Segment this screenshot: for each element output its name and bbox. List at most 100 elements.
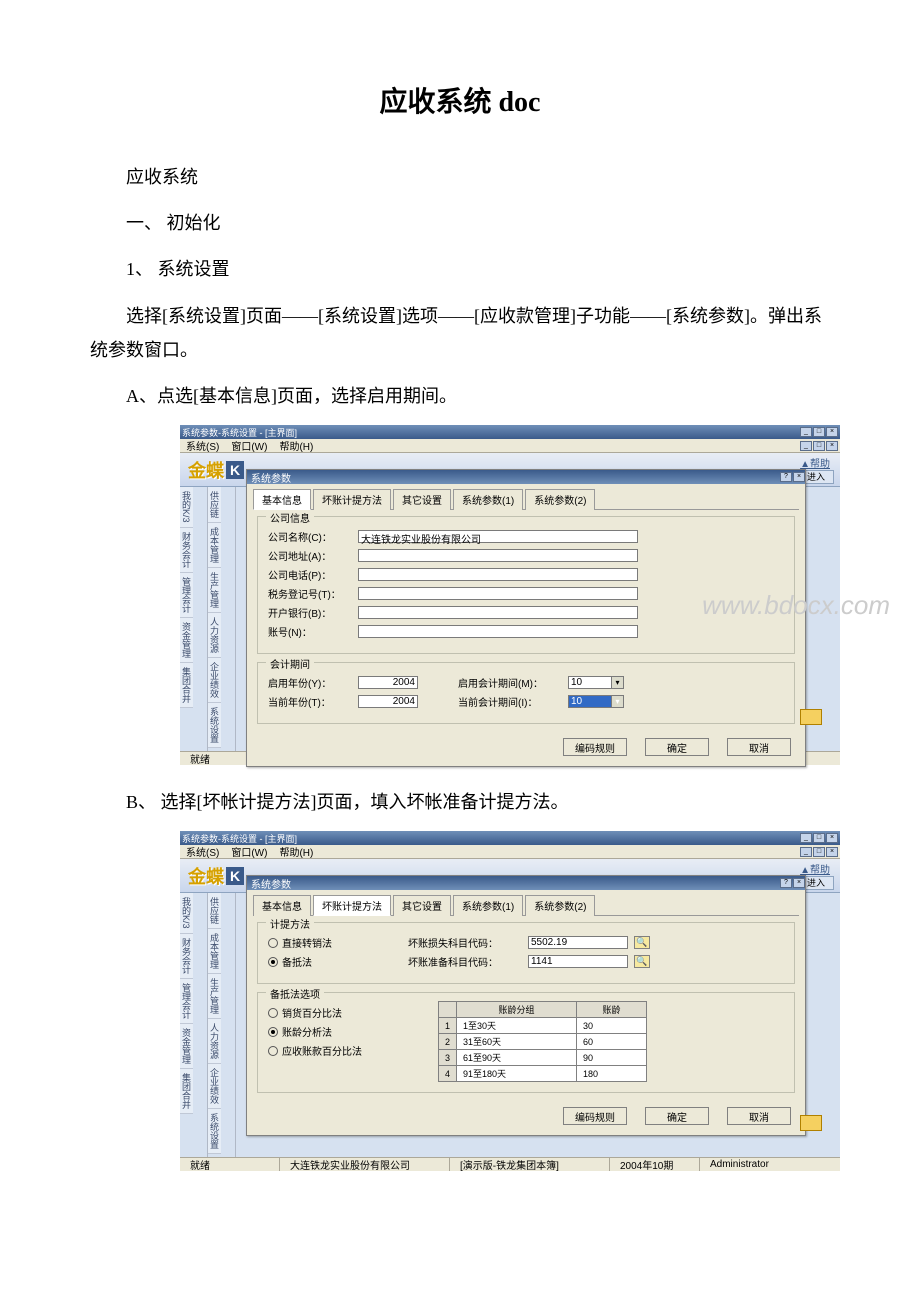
loss-code-label: 坏账损失科目代码： [408,935,528,950]
cancel-button[interactable]: 取消 [727,1107,791,1125]
phone-field[interactable] [358,568,638,581]
encode-rules-button[interactable]: 编码规则 [563,738,627,756]
sidebar-item-my-k3[interactable]: 我的K/3 [180,487,193,528]
sidebar-item-supply[interactable]: 供应链 [208,893,221,929]
mdi-close-icon[interactable]: × [826,847,838,857]
close-icon[interactable]: × [826,833,838,843]
tab-sys1[interactable]: 系统参数(1) [453,489,523,510]
mdi-minimize-icon[interactable]: _ [800,847,812,857]
acct-field[interactable] [358,625,638,638]
cancel-button[interactable]: 取消 [727,738,791,756]
dialog-close-icon[interactable]: × [793,472,805,482]
radio-aging[interactable] [268,1027,278,1037]
mdi-maximize-icon[interactable]: □ [813,441,825,451]
table-cell[interactable]: 30 [577,1018,647,1034]
chevron-down-icon[interactable]: ▾ [611,677,623,688]
maximize-icon[interactable]: □ [813,427,825,437]
sidebar-item-treasury[interactable]: 资金管理 [180,1024,193,1069]
radio-direct[interactable] [268,938,278,948]
menu-window[interactable]: 窗口(W) [231,844,267,859]
logo-k-icon: K [226,461,244,479]
sidebar-item-sys[interactable]: 系统设置 [208,1109,221,1154]
chevron-down-icon[interactable]: ▾ [611,696,623,707]
close-icon[interactable]: × [826,427,838,437]
radio-sales-label: 销货百分比法 [282,1005,342,1020]
mdi-maximize-icon[interactable]: □ [813,847,825,857]
address-field[interactable] [358,549,638,562]
minimize-icon[interactable]: _ [800,427,812,437]
sidebar-item-mgmt[interactable]: 管理会计 [180,573,193,618]
table-cell[interactable]: 90 [577,1050,647,1066]
sidebar-item-prod[interactable]: 生产管理 [208,974,221,1019]
tab-sys1[interactable]: 系统参数(1) [453,895,523,916]
tab-other[interactable]: 其它设置 [393,895,451,916]
lookup-icon[interactable]: 🔍 [634,936,650,949]
menu-help[interactable]: 帮助(H) [279,844,313,859]
maximize-icon[interactable]: □ [813,833,825,843]
table-cell[interactable]: 1至30天 [457,1018,577,1034]
company-name-field[interactable]: 大连铁龙实业股份有限公司 [358,530,638,543]
window-title: 系统参数-系统设置 - [主界面] [182,832,297,845]
logo-text: 金蝶 [188,863,224,889]
encode-rules-button[interactable]: 编码规则 [563,1107,627,1125]
radio-sales-pct[interactable] [268,1008,278,1018]
folder-icon[interactable] [800,1115,822,1131]
tab-bad-debt[interactable]: 坏账计提方法 [313,489,391,510]
dialog-close-icon[interactable]: × [793,878,805,888]
sidebar-item-prod[interactable]: 生产管理 [208,568,221,613]
sidebar-item-group[interactable]: 集团合并 [180,1069,193,1114]
tab-basic-info[interactable]: 基本信息 [253,489,311,510]
menu-help[interactable]: 帮助(H) [279,438,313,453]
sidebar-item-mgmt[interactable]: 管理会计 [180,979,193,1024]
aging-table[interactable]: 账龄分组账龄 11至30天30 231至60天60 361至90天90 491至… [438,1001,647,1082]
sidebar-item-treasury[interactable]: 资金管理 [180,618,193,663]
sidebar-item-cost[interactable]: 成本管理 [208,523,221,568]
tab-sys2[interactable]: 系统参数(2) [525,489,595,510]
tab-bad-debt[interactable]: 坏账计提方法 [313,895,391,916]
mdi-minimize-icon[interactable]: _ [800,441,812,451]
table-cell[interactable]: 61至90天 [457,1050,577,1066]
table-cell[interactable]: 31至60天 [457,1034,577,1050]
sidebar-item-my-k3[interactable]: 我的K/3 [180,893,193,934]
radio-balance-pct[interactable] [268,1046,278,1056]
table-cell[interactable]: 180 [577,1066,647,1082]
sidebar-item-supply[interactable]: 供应链 [208,487,221,523]
mdi-close-icon[interactable]: × [826,441,838,451]
screenshot-bad-debt: 系统参数-系统设置 - [主界面] _ □ × 系统(S) 窗口(W) 帮助(H… [180,831,840,1171]
sidebar-item-finance[interactable]: 财务会计 [180,528,193,573]
reserve-code-field[interactable]: 1141 [528,955,628,968]
folder-icon[interactable] [800,709,822,725]
minimize-icon[interactable]: _ [800,833,812,843]
menu-system[interactable]: 系统(S) [186,438,219,453]
sidebar-item-sys[interactable]: 系统设置 [208,703,221,748]
ok-button[interactable]: 确定 [645,1107,709,1125]
menu-window[interactable]: 窗口(W) [231,438,267,453]
table-cell[interactable]: 91至180天 [457,1066,577,1082]
sidebar-item-finance[interactable]: 财务会计 [180,934,193,979]
sidebar-item-cost[interactable]: 成本管理 [208,929,221,974]
loss-code-field[interactable]: 5502.19 [528,936,628,949]
ok-button[interactable]: 确定 [645,738,709,756]
lookup-icon[interactable]: 🔍 [634,955,650,968]
help-link[interactable]: ▲帮助 [800,861,830,876]
help-link[interactable]: ▲帮助 [800,455,830,470]
radio-allowance[interactable] [268,957,278,967]
tax-field[interactable] [358,587,638,600]
curr-year-field[interactable]: 2004 [358,695,418,708]
menu-system[interactable]: 系统(S) [186,844,219,859]
tab-other[interactable]: 其它设置 [393,489,451,510]
dialog-help-icon[interactable]: ? [780,472,792,482]
start-period-combo[interactable]: 10▾ [568,676,624,689]
sidebar-item-group[interactable]: 集团合并 [180,663,193,708]
sidebar-item-perf[interactable]: 企业绩效 [208,1064,221,1109]
dialog-help-icon[interactable]: ? [780,878,792,888]
table-cell[interactable]: 60 [577,1034,647,1050]
sidebar-item-hr[interactable]: 人力资源 [208,1019,221,1064]
tab-basic-info[interactable]: 基本信息 [253,895,311,916]
tab-sys2[interactable]: 系统参数(2) [525,895,595,916]
bank-field[interactable] [358,606,638,619]
sidebar-item-hr[interactable]: 人力资源 [208,613,221,658]
curr-period-combo[interactable]: 10▾ [568,695,624,708]
sidebar-item-perf[interactable]: 企业绩效 [208,658,221,703]
start-year-field[interactable]: 2004 [358,676,418,689]
